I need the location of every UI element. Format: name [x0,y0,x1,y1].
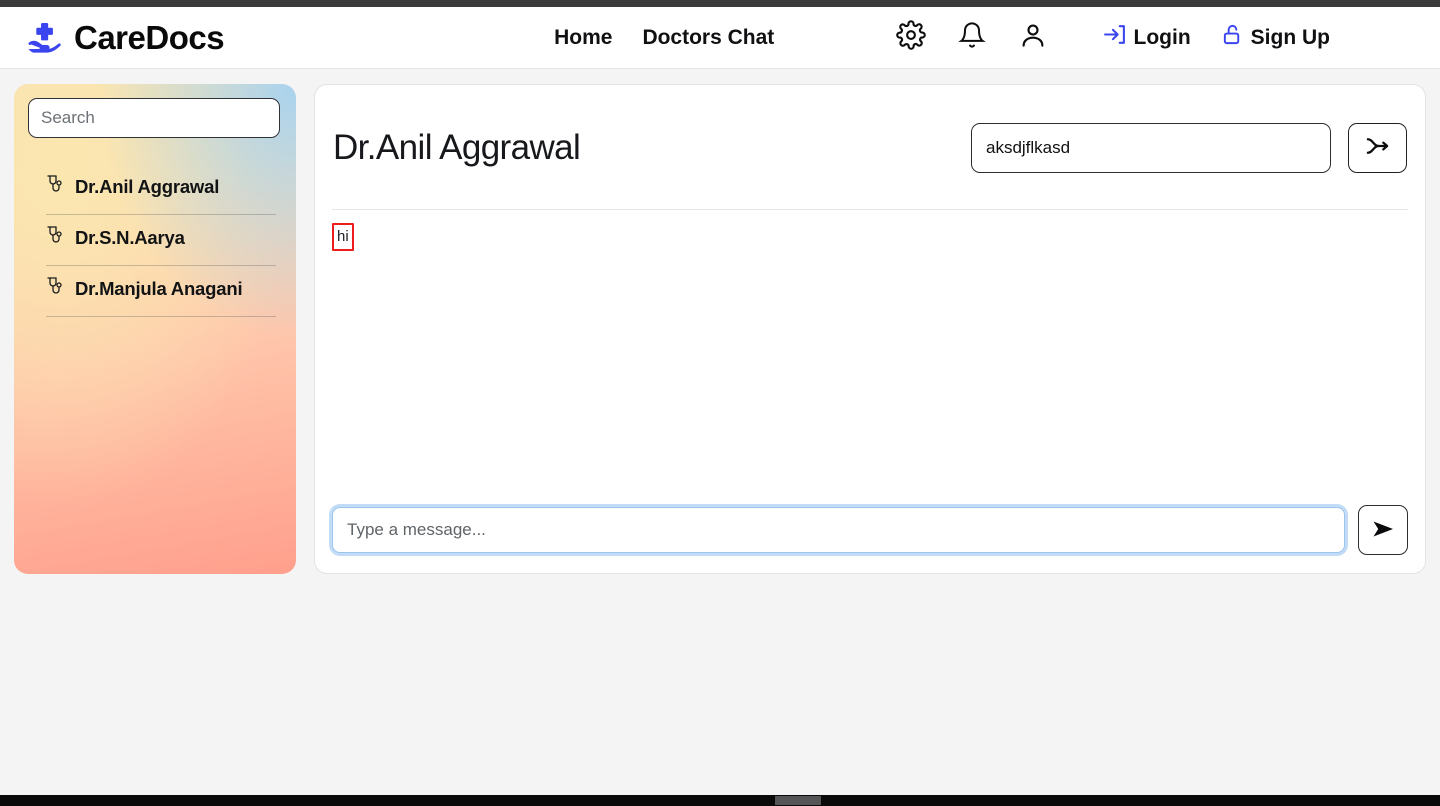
nav-link-home[interactable]: Home [554,26,612,50]
stethoscope-icon [46,174,63,200]
bell-icon[interactable] [958,21,987,54]
signup-label: Sign Up [1250,25,1330,49]
send-button[interactable] [1358,505,1408,555]
message-input[interactable] [332,507,1345,553]
login-button[interactable]: Login [1102,22,1191,53]
hand-holding-medical-cross-icon [26,19,64,57]
auth-actions: Login Sign Up [1102,22,1330,53]
login-label: Login [1133,25,1191,49]
doctors-sidebar: Dr.Anil Aggrawal Dr.S.N.Aarya [14,84,296,574]
brand-logo[interactable]: CareDocs [26,19,225,57]
chat-header: Dr.Anil Aggrawal [332,85,1408,210]
doctor-name: Dr.Manjula Anagani [75,278,243,299]
doctor-name: Dr.Anil Aggrawal [75,176,220,197]
list-item[interactable]: Dr.S.N.Aarya [46,215,276,266]
nav-link-doctors-chat[interactable]: Doctors Chat [642,26,774,50]
doctor-name: Dr.S.N.Aarya [75,227,185,248]
list-item[interactable]: Dr.Manjula Anagani [46,266,276,317]
page-body: Dr.Anil Aggrawal Dr.S.N.Aarya [0,70,1440,806]
doctor-list: Dr.Anil Aggrawal Dr.S.N.Aarya Dr.Manjula… [28,164,282,317]
brand-name: CareDocs [74,19,225,56]
stethoscope-icon [46,225,63,251]
unlock-padlock-icon [1221,22,1244,53]
main-nav: Home Doctors Chat [554,20,1048,55]
list-item[interactable]: Dr.Anil Aggrawal [46,164,276,215]
browser-top-bar [0,0,1440,7]
scrollbar-thumb[interactable] [775,796,821,805]
login-arrow-icon [1102,22,1127,53]
signup-button[interactable]: Sign Up [1221,22,1330,53]
message-composer [332,505,1408,557]
site-header: CareDocs Home Doctors Chat Login Sign Up [0,7,1440,69]
page-title: Dr.Anil Aggrawal [333,128,581,168]
chat-header-input[interactable] [971,122,1331,173]
search-input[interactable] [28,98,280,138]
message-list[interactable]: hi [332,210,1408,505]
chat-panel: Dr.Anil Aggrawal hi [314,84,1426,574]
transfer-chat-button[interactable] [1348,122,1407,173]
chat-header-actions [971,122,1407,173]
gear-icon[interactable] [896,20,927,55]
user-icon[interactable] [1018,20,1048,55]
merge-arrow-icon [1364,135,1391,160]
header-icon-group [896,20,1048,55]
message-bubble: hi [332,222,354,251]
horizontal-scrollbar[interactable] [0,795,1440,806]
send-arrow-icon [1370,517,1396,544]
stethoscope-icon [46,276,63,302]
